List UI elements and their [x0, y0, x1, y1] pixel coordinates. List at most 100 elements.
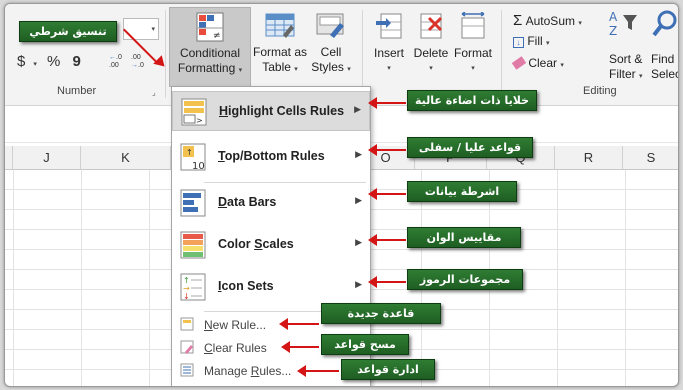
column-header-j[interactable]: J [13, 146, 81, 170]
arrow-top-bottom [368, 144, 406, 156]
table-icon [265, 13, 295, 39]
menu-item-data-bars[interactable]: Data Bars ▶ [172, 183, 370, 223]
cell-styles-label-2: Styles [311, 60, 344, 74]
submenu-arrow-icon: ▶ [355, 279, 362, 289]
decrease-decimal-button[interactable]: .00 →.0 [131, 54, 151, 72]
callout-color-scales: مقاييس الوان [407, 227, 521, 248]
column-header-k[interactable]: K [81, 146, 171, 170]
column-header-r[interactable]: R [555, 146, 623, 170]
excel-window: ▾ $ ▾ % 9 ←.0.00 .00 →.0 Number ⌟ ≠ Cond… [4, 3, 679, 387]
autosum-label: AutoSum [525, 14, 575, 28]
clear-button[interactable]: Clear ▾ [511, 56, 564, 70]
insert-label: Insert [373, 46, 404, 60]
svg-text:A: A [609, 10, 618, 24]
cell-styles-label-1: Cell [320, 45, 342, 59]
find-select-label-2: Select [651, 67, 678, 81]
sort-filter-icon: A Z [609, 9, 639, 42]
submenu-arrow-icon: ▶ [355, 195, 362, 205]
svg-text:↓: ↓ [183, 292, 190, 301]
menu-item-top-bottom-rules[interactable]: ↑ 10 Top/Bottom Rules ▶ [172, 137, 370, 177]
number-dialog-launcher-icon[interactable]: ⌟ [152, 88, 156, 97]
conditional-formatting-label-1: Conditional [179, 46, 241, 60]
autosum-button[interactable]: Σ AutoSum ▾ [513, 12, 582, 29]
callout-new-rule: قاعدة جديدة [321, 303, 441, 324]
comma-button[interactable]: 9 [73, 53, 81, 70]
format-as-table-button[interactable]: Format as Table ▾ [249, 7, 311, 77]
new-rule-icon [180, 317, 194, 331]
column-header-s[interactable]: S [623, 146, 678, 170]
arrow-data-bars [368, 188, 406, 200]
svg-text:↑: ↑ [186, 148, 193, 157]
find-select-label-1: Find & [651, 52, 678, 66]
clear-label: Clear [528, 56, 558, 70]
submenu-arrow-icon: ▶ [354, 104, 361, 114]
callout-data-bars: اشرطة بيانات [407, 181, 517, 202]
delete-label: Delete [413, 46, 449, 60]
arrow-new-rule [279, 318, 319, 330]
highlight-cells-icon: > [181, 97, 209, 127]
column-header-stub [5, 146, 13, 170]
fill-button[interactable]: ↓ Fill ▾ [513, 34, 550, 48]
fill-label: Fill [527, 34, 543, 48]
color-scales-label: Color Scales [218, 237, 294, 251]
arrow-icon-sets [368, 276, 406, 288]
new-rule-label: New Rule... [204, 318, 267, 332]
color-scales-icon [180, 230, 208, 260]
delete-cells-icon [417, 12, 445, 40]
format-as-table-label-2: Table [262, 60, 291, 74]
menu-item-color-scales[interactable]: Color Scales ▶ [172, 225, 370, 265]
callout-icon-sets: مجموعات الرموز [407, 269, 523, 290]
sort-filter-button[interactable]: Sort & Filter ▾ [609, 52, 643, 84]
find-select-button[interactable]: Find & Select [651, 52, 678, 82]
editing-group-label: Editing [583, 85, 617, 97]
menu-item-icon-sets[interactable]: ↑ → ↓ Icon Sets ▶ [172, 267, 370, 307]
data-bars-label: Data Bars [218, 195, 277, 209]
increase-decimal-button[interactable]: ←.0.00 [109, 54, 129, 72]
callout-highlight-cells: خلايا ذات اضاءة عالية [407, 90, 537, 111]
insert-button[interactable]: Insert ▾ [367, 12, 411, 76]
icon-sets-icon: ↑ → ↓ [180, 272, 208, 302]
conditional-formatting-button[interactable]: ≠ Conditional Formatting ▾ [169, 7, 251, 87]
eraser-icon [511, 56, 527, 70]
find-select-icon [651, 9, 678, 42]
top-bottom-rules-label: Top/Bottom Rules [218, 149, 325, 163]
callout-manage-rules: ادارة قواعد [341, 359, 435, 380]
callout-conditional-formatting: تنسيق شرطي [19, 21, 117, 42]
format-cells-icon [459, 11, 487, 40]
delete-button[interactable]: Delete ▾ [409, 12, 453, 76]
highlight-cells-rules-label: Highlight Cells Rules [219, 104, 345, 118]
svg-text:≠: ≠ [213, 31, 221, 41]
format-button[interactable]: Format ▾ [451, 11, 495, 76]
insert-cells-icon [375, 12, 403, 40]
number-group-label: Number [57, 85, 97, 97]
arrow-color-scales [368, 234, 406, 246]
callout-top-bottom: قواعد عليا / سفلى [407, 137, 533, 158]
format-label: Format [453, 46, 492, 60]
number-format-buttons: $ ▾ % 9 [17, 53, 81, 70]
manage-rules-icon [180, 363, 194, 377]
data-bars-icon [180, 188, 208, 218]
submenu-arrow-icon: ▶ [355, 149, 362, 159]
sort-filter-label-1: Sort & [609, 52, 643, 66]
number-format-select[interactable]: ▾ [123, 18, 159, 40]
submenu-arrow-icon: ▶ [355, 237, 362, 247]
conditional-formatting-label-2: Formatting [177, 61, 236, 75]
clear-rules-icon [180, 340, 194, 354]
format-as-table-label-1: Format as [252, 45, 307, 59]
fill-down-icon: ↓ [513, 37, 524, 48]
svg-text:10: 10 [192, 161, 205, 172]
callout-clear-rules: مسح قواعد [321, 334, 409, 355]
arrow-manage-rules [297, 365, 339, 377]
manage-rules-label: Manage Rules... [204, 364, 292, 378]
cell-styles-button[interactable]: Cell Styles ▾ [303, 7, 359, 77]
sort-filter-label-2: Filter [609, 67, 636, 81]
top-bottom-icon: ↑ 10 [180, 142, 208, 172]
menu-item-highlight-cells-rules[interactable]: > Highlight Cells Rules ▶ [172, 91, 370, 131]
svg-text:>: > [196, 116, 203, 125]
conditional-formatting-icon: ≠ [195, 12, 225, 42]
arrow-clear-rules [281, 341, 319, 353]
icon-sets-label: Icon Sets [218, 279, 274, 293]
currency-button[interactable]: $ [17, 53, 25, 70]
cell-styles-icon [316, 13, 346, 39]
percent-button[interactable]: % [47, 53, 60, 70]
